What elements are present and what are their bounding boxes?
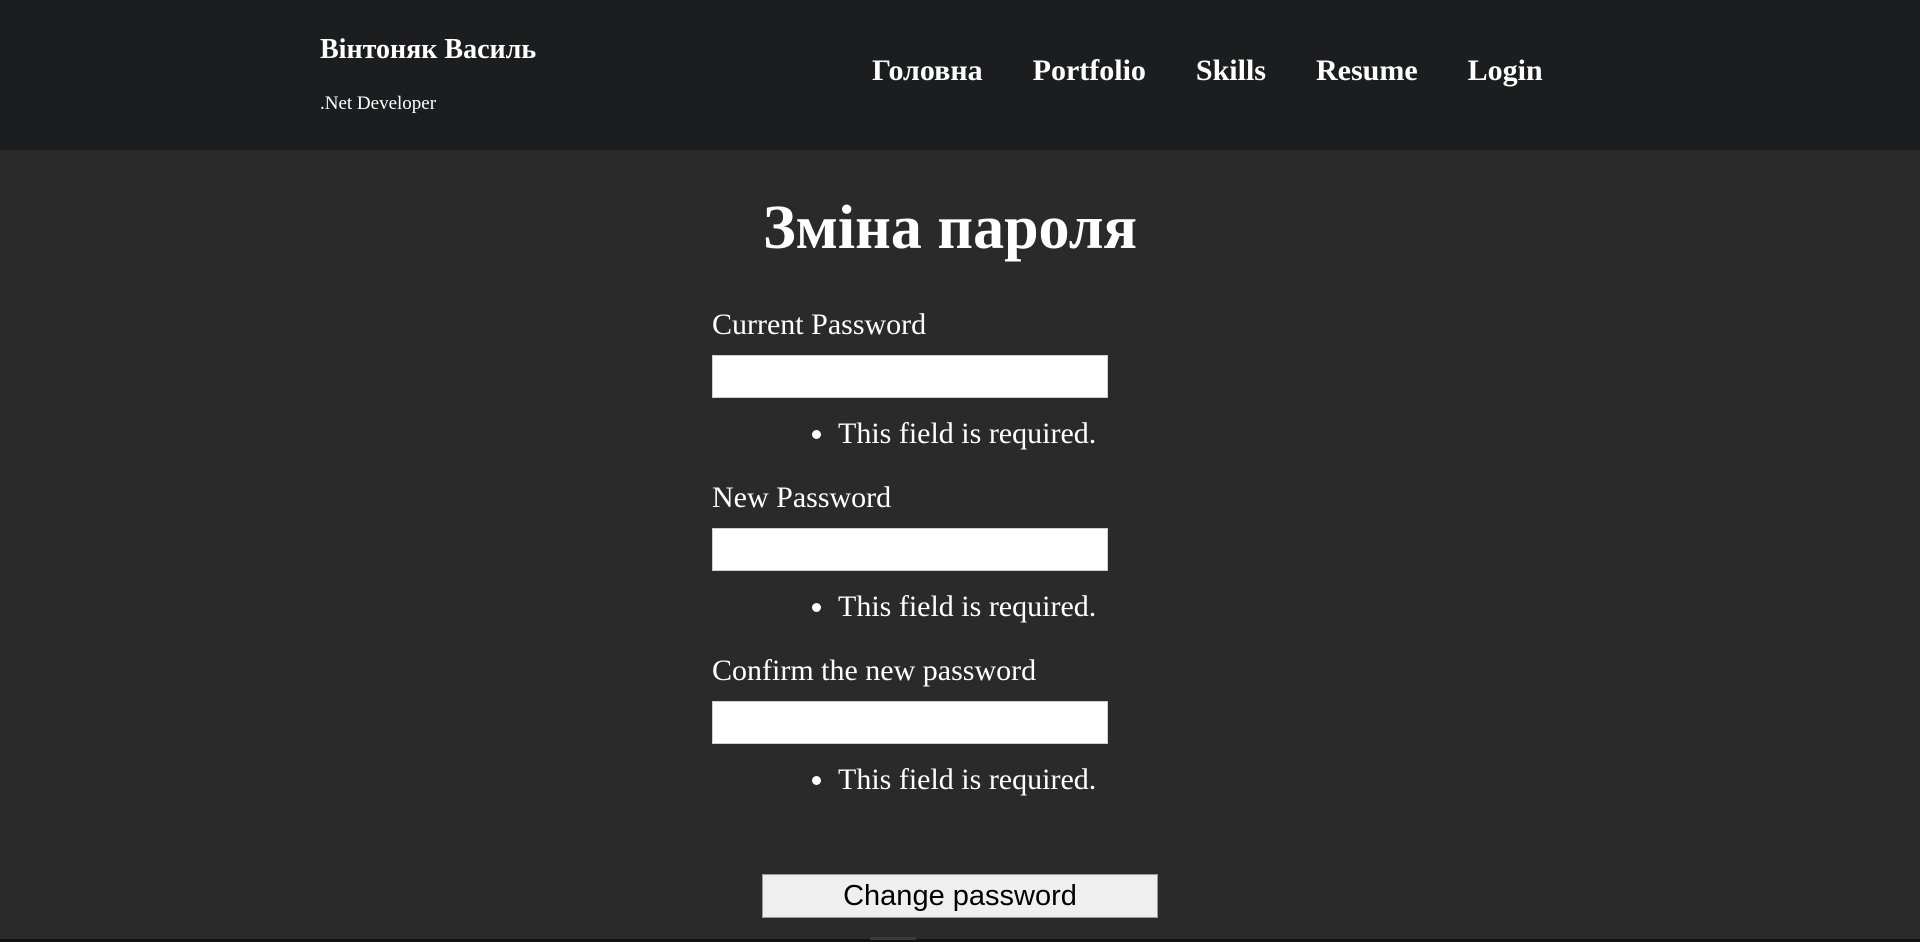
validation-error: This field is required.	[812, 587, 1172, 627]
page-title: Зміна пароля	[762, 194, 1138, 262]
nav-link-login[interactable]: Login	[1468, 54, 1543, 88]
current-password-input[interactable]	[712, 355, 1108, 398]
current-password-errors: This field is required.	[712, 414, 1172, 454]
bullet-icon	[812, 602, 821, 612]
current-password-label: Current Password	[712, 308, 927, 341]
new-password-group: New Password This field is required.	[712, 478, 1172, 627]
validation-error: This field is required.	[812, 760, 1172, 800]
main-nav: Головна Portfolio Skills Resume Login	[872, 54, 1543, 88]
brand-name[interactable]: Вінтоняк Василь	[320, 34, 536, 66]
current-password-group: Current Password This field is required.	[712, 305, 1172, 454]
confirm-password-input[interactable]	[712, 701, 1108, 744]
site-header: Вінтоняк Василь .Net Developer Головна P…	[0, 0, 1920, 150]
brand-subtitle: .Net Developer	[320, 93, 437, 114]
new-password-input[interactable]	[712, 528, 1108, 571]
confirm-password-group: Confirm the new password This field is r…	[712, 651, 1172, 800]
new-password-label: New Password	[712, 481, 892, 514]
validation-error-text: This field is required.	[838, 763, 1097, 796]
nav-link-home[interactable]: Головна	[872, 54, 983, 88]
validation-error-text: This field is required.	[838, 590, 1097, 623]
validation-error-text: This field is required.	[838, 417, 1097, 450]
nav-link-portfolio[interactable]: Portfolio	[1033, 54, 1146, 88]
bullet-icon	[812, 429, 821, 439]
nav-link-skills[interactable]: Skills	[1196, 54, 1266, 88]
confirm-password-label: Confirm the new password	[712, 654, 1037, 687]
confirm-password-errors: This field is required.	[712, 760, 1172, 800]
change-password-button[interactable]: Change password	[762, 874, 1158, 918]
new-password-errors: This field is required.	[712, 587, 1172, 627]
bullet-icon	[812, 775, 821, 785]
validation-error: This field is required.	[812, 414, 1172, 454]
scroll-indicator	[870, 937, 916, 940]
change-password-form: Current Password This field is required.…	[712, 305, 1172, 800]
nav-link-resume[interactable]: Resume	[1316, 54, 1418, 88]
